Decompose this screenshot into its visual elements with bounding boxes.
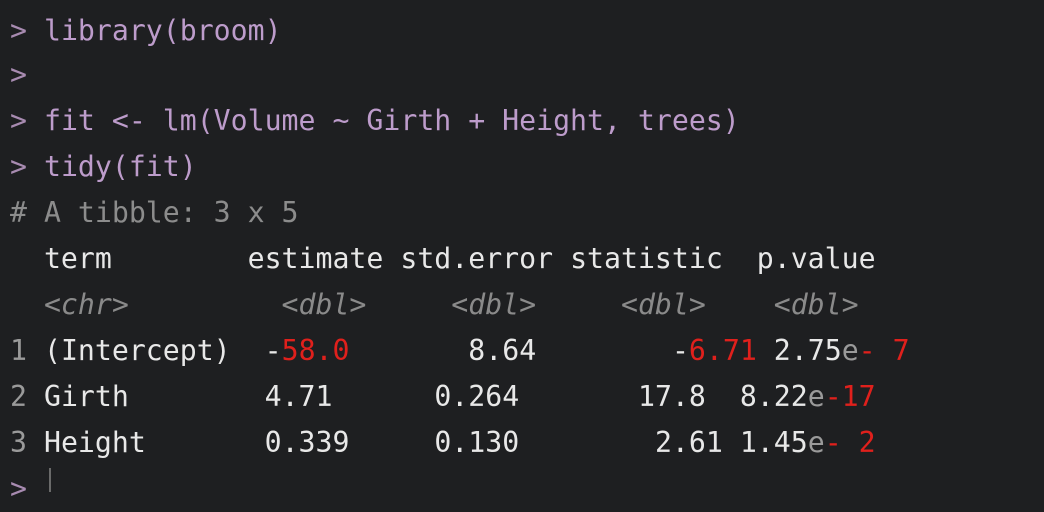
row-estimate-sign: - [264, 334, 282, 367]
active-prompt-line[interactable]: > [10, 466, 27, 512]
table-row: 1 (Intercept) -58.0 8.64 -6.71 2.75e- 7 [10, 328, 910, 374]
column-header-p-value: p.value [756, 242, 876, 275]
row-p-e: e [807, 426, 825, 459]
prompt-symbol: > [10, 58, 27, 91]
console-command-line: > library(broom) [10, 8, 282, 54]
row-p-mantissa: 1.45 [739, 426, 808, 459]
console-command-line: > fit <- lm(Volume ~ Girth + Height, tre… [10, 98, 740, 144]
column-type-term: <chr> [43, 288, 129, 321]
prompt-symbol: > [10, 150, 27, 183]
row-p-mantissa: 8.22 [739, 380, 808, 413]
text-cursor [49, 468, 51, 492]
row-p-mantissa: 2.75 [773, 334, 842, 367]
row-index: 2 [10, 380, 27, 413]
prompt-symbol: > [10, 472, 27, 505]
tibble-header-text: A tibble: 3 x 5 [43, 196, 299, 229]
row-p-e: e [807, 380, 825, 413]
row-estimate: 0.339 [264, 426, 350, 459]
row-index: 3 [10, 426, 27, 459]
row-std-error: 0.264 [434, 380, 520, 413]
row-estimate: 58.0 [281, 334, 350, 367]
column-header-statistic: statistic [570, 242, 723, 275]
row-std-error: 8.64 [468, 334, 537, 367]
row-std-error: 0.130 [434, 426, 520, 459]
row-term: (Intercept) [43, 334, 231, 367]
row-statistic: 6.71 [688, 334, 757, 367]
comment-mark: # [10, 196, 27, 229]
prompt-symbol: > [10, 104, 27, 137]
row-statistic: 17.8 [637, 380, 706, 413]
table-row: 2 Girth 4.71 0.264 17.8 8.22e-17 [10, 374, 876, 420]
row-index: 1 [10, 334, 27, 367]
column-type-std-error: <dbl> [451, 288, 537, 321]
console-command-line: > tidy(fit) [10, 144, 197, 190]
column-header-estimate: estimate [247, 242, 384, 275]
column-header-term: term [43, 242, 112, 275]
row-estimate: 4.71 [264, 380, 333, 413]
table-row: 3 Height 0.339 0.130 2.61 1.45e- 2 [10, 420, 876, 466]
row-term: Height [43, 426, 146, 459]
column-header-std-error: std.error [400, 242, 554, 275]
row-p-exponent: - 7 [858, 334, 910, 367]
row-statistic-sign: - [671, 334, 689, 367]
column-header-row: term estimate std.error statistic p.valu… [10, 236, 876, 282]
console-command-line: > [10, 52, 44, 98]
column-type-row: <chr> <dbl> <dbl> <dbl> <dbl> [10, 282, 859, 328]
command-text: tidy(fit) [43, 150, 197, 183]
column-type-statistic: <dbl> [620, 288, 706, 321]
prompt-symbol: > [10, 14, 27, 47]
r-console[interactable]: > library(broom) > > fit <- lm(Volume ~ … [0, 0, 1044, 505]
row-statistic: 2.61 [654, 426, 723, 459]
row-p-e: e [841, 334, 859, 367]
tibble-header: # A tibble: 3 x 5 [10, 190, 299, 236]
row-p-exponent: -17 [824, 380, 876, 413]
column-type-estimate: <dbl> [281, 288, 367, 321]
row-term: Girth [43, 380, 129, 413]
command-text: fit <- lm(Volume ~ Girth + Height, trees… [43, 104, 740, 137]
command-text: library(broom) [43, 14, 282, 47]
row-p-exponent: - 2 [824, 426, 876, 459]
column-type-p-value: <dbl> [773, 288, 859, 321]
